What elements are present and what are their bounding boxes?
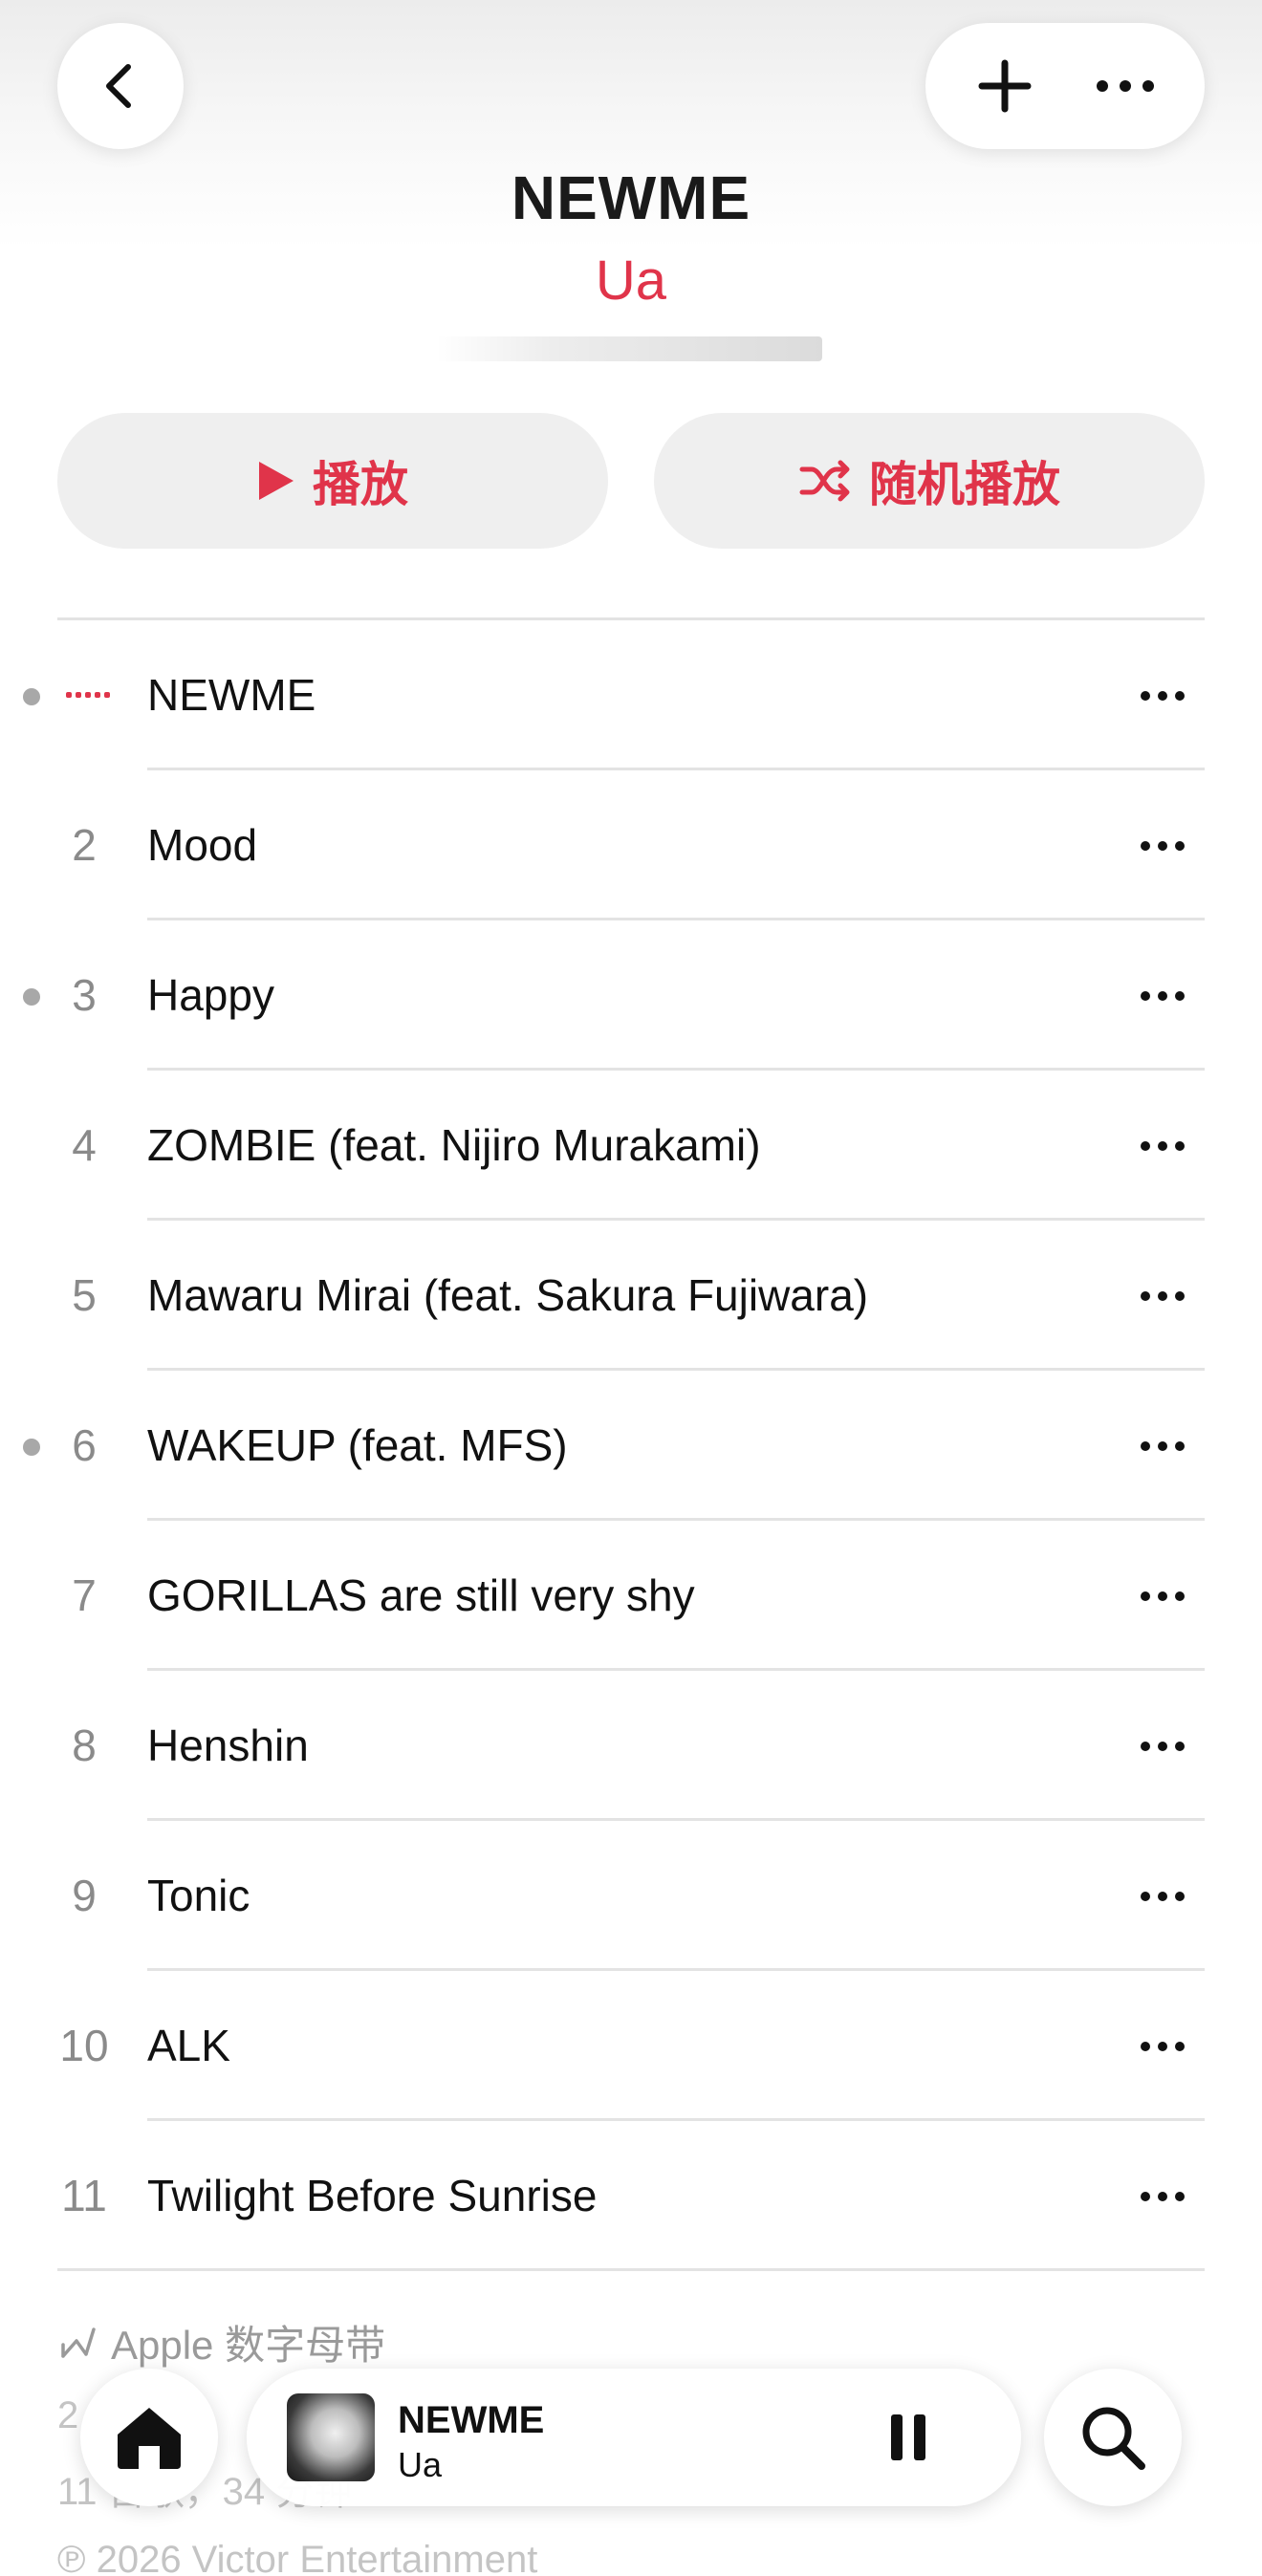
track-more-button[interactable] bbox=[1124, 672, 1201, 720]
track-list: NEWME 2 Mood 3 Happy 4 ZOMBIE (feat. Nijiro Mu… bbox=[0, 620, 1262, 2271]
track-title: Henshin bbox=[147, 1721, 309, 1770]
track-title: Mawaru Mirai (feat. Sakura Fujiwara) bbox=[147, 1270, 869, 1320]
track-number: 10 bbox=[59, 2021, 109, 2070]
ellipsis-icon bbox=[1141, 2042, 1185, 2051]
shuffle-label: 随机播放 bbox=[869, 458, 1060, 511]
home-icon bbox=[118, 2408, 181, 2469]
track-more-button[interactable] bbox=[1124, 1422, 1201, 1470]
recently-played-dot bbox=[23, 688, 40, 705]
album-page: NEWME Ua 播放 随机播放 NEWME 2 Mood 3 Happy 4 ZOMBIE… bbox=[0, 0, 1262, 2576]
track-number: 7 bbox=[72, 1570, 97, 1620]
track-more-button[interactable] bbox=[1124, 1272, 1201, 1320]
ellipsis-icon bbox=[1141, 1291, 1185, 1301]
track-more-button[interactable] bbox=[1124, 2023, 1201, 2070]
add-button[interactable] bbox=[957, 38, 1053, 134]
track-number: 5 bbox=[72, 1270, 97, 1320]
play-icon bbox=[259, 462, 294, 500]
track-number: 4 bbox=[72, 1120, 97, 1170]
recently-played-dot bbox=[23, 1439, 40, 1456]
track-more-button[interactable] bbox=[1124, 1122, 1201, 1170]
track-number: 2 bbox=[72, 820, 97, 870]
ellipsis-icon bbox=[1097, 80, 1154, 92]
track-title: WAKEUP (feat. MFS) bbox=[147, 1420, 568, 1470]
track-more-button[interactable] bbox=[1124, 972, 1201, 1020]
track-row[interactable]: 10 ALK bbox=[0, 1971, 1262, 2121]
album-artist-link[interactable]: Ua bbox=[0, 249, 1262, 313]
track-row[interactable]: 5 Mawaru Mirai (feat. Sakura Fujiwara) bbox=[0, 1221, 1262, 1371]
mini-player-artwork bbox=[287, 2393, 375, 2481]
row-divider bbox=[57, 2268, 1205, 2271]
track-number: 6 bbox=[72, 1420, 97, 1470]
track-row[interactable]: 3 Happy bbox=[0, 920, 1262, 1071]
track-row[interactable]: 2 Mood bbox=[0, 770, 1262, 920]
ellipsis-icon bbox=[1141, 2192, 1185, 2201]
track-title: NEWME bbox=[147, 670, 316, 720]
track-title: ZOMBIE (feat. Nijiro Murakami) bbox=[147, 1120, 761, 1170]
track-more-button[interactable] bbox=[1124, 1722, 1201, 1770]
play-button[interactable]: 播放 bbox=[57, 413, 608, 549]
track-title: GORILLAS are still very shy bbox=[147, 1570, 695, 1620]
mini-player[interactable]: NEWME Ua bbox=[247, 2369, 1021, 2506]
mini-player-title: NEWME bbox=[398, 2399, 545, 2441]
ellipsis-icon bbox=[1141, 1742, 1185, 1751]
track-more-button[interactable] bbox=[1124, 2173, 1201, 2220]
track-row[interactable]: NEWME bbox=[0, 620, 1262, 770]
plus-icon bbox=[978, 59, 1032, 113]
lossless-icon bbox=[61, 2327, 96, 2358]
track-row[interactable]: 9 Tonic bbox=[0, 1821, 1262, 1971]
ellipsis-icon bbox=[1141, 1591, 1185, 1601]
track-row[interactable]: 11 Twilight Before Sunrise bbox=[0, 2121, 1262, 2271]
track-number: 8 bbox=[72, 1721, 97, 1770]
track-more-button[interactable] bbox=[1124, 822, 1201, 870]
track-title: Mood bbox=[147, 820, 258, 870]
shuffle-button[interactable]: 随机播放 bbox=[654, 413, 1205, 549]
mini-player-artist: Ua bbox=[398, 2445, 443, 2484]
track-row[interactable]: 8 Henshin bbox=[0, 1671, 1262, 1821]
track-title: Twilight Before Sunrise bbox=[147, 2171, 598, 2220]
back-button[interactable] bbox=[57, 23, 184, 149]
track-number: 9 bbox=[72, 1871, 97, 1920]
search-icon bbox=[1082, 2407, 1145, 2470]
track-title: ALK bbox=[147, 2021, 230, 2070]
track-more-button[interactable] bbox=[1124, 1872, 1201, 1920]
ellipsis-icon bbox=[1141, 1892, 1185, 1901]
search-tab-button[interactable] bbox=[1044, 2369, 1182, 2506]
play-label: 播放 bbox=[313, 458, 408, 511]
recently-played-dot bbox=[23, 988, 40, 1006]
track-title: Happy bbox=[147, 970, 274, 1020]
ellipsis-icon bbox=[1141, 1141, 1185, 1151]
lossless-badge: Apple 数字母带 bbox=[57, 2313, 1205, 2371]
track-row[interactable]: 4 ZOMBIE (feat. Nijiro Murakami) bbox=[0, 1071, 1262, 1221]
pause-icon[interactable] bbox=[881, 2411, 935, 2464]
chevron-left-icon bbox=[106, 64, 131, 108]
ellipsis-icon bbox=[1141, 841, 1185, 851]
now-playing-icon bbox=[66, 692, 110, 698]
shuffle-icon bbox=[799, 460, 850, 502]
track-number: 3 bbox=[72, 970, 97, 1020]
album-title: NEWME bbox=[511, 163, 751, 232]
track-row[interactable]: 7 GORILLAS are still very shy bbox=[0, 1521, 1262, 1671]
track-more-button[interactable] bbox=[1124, 1572, 1201, 1620]
ellipsis-icon bbox=[1141, 1441, 1185, 1451]
home-tab-button[interactable] bbox=[80, 2369, 218, 2506]
track-number: 11 bbox=[61, 2171, 107, 2220]
track-row[interactable]: 6 WAKEUP (feat. MFS) bbox=[0, 1371, 1262, 1521]
album-meta-bar bbox=[435, 336, 822, 361]
header-actions bbox=[925, 23, 1205, 149]
ellipsis-icon bbox=[1141, 691, 1185, 701]
more-button[interactable] bbox=[1077, 38, 1173, 134]
ellipsis-icon bbox=[1141, 991, 1185, 1001]
lossless-label: Apple 数字母带 bbox=[111, 2323, 386, 2368]
track-title: Tonic bbox=[147, 1871, 250, 1920]
copyright: ℗ 2026 Victor Entertainment bbox=[57, 2539, 538, 2576]
